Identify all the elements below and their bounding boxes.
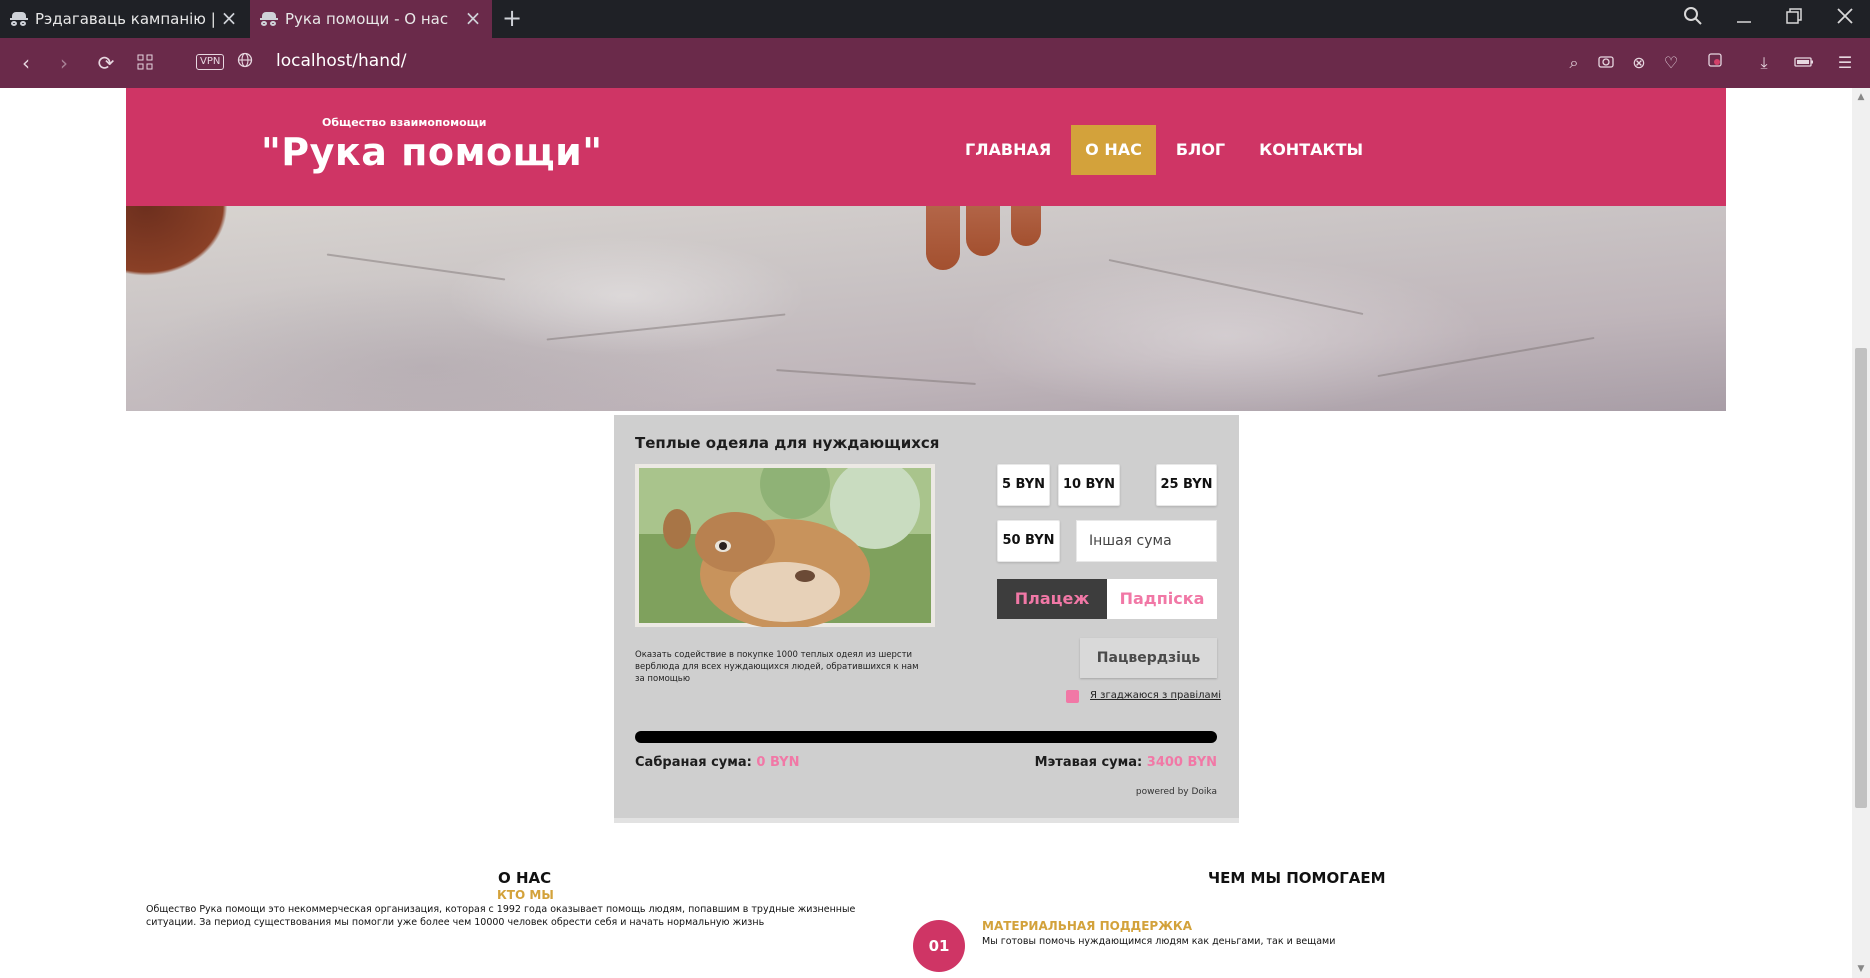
subscription-tab-button[interactable]: Падпіска <box>1107 579 1217 619</box>
close-icon[interactable]: × <box>220 8 238 28</box>
scroll-up-icon[interactable]: ▲ <box>1856 92 1866 102</box>
about-heading: О НАС <box>498 869 552 887</box>
hero-texture <box>1108 258 1364 316</box>
close-icon[interactable]: × <box>464 8 482 28</box>
campaign-title: Теплые одеяла для нуждающихся <box>635 434 940 452</box>
logo-title[interactable]: "Рука помощи" <box>261 130 603 174</box>
browser-tab-bar: Рэдагаваць кампанію | Doi × Рука помощи … <box>0 0 1870 38</box>
site-header: Общество взаимопомощи "Рука помощи" ГЛАВ… <box>126 88 1726 206</box>
help-heading: ЧЕМ МЫ ПОМОГАЕМ <box>1208 869 1386 887</box>
payment-tab-button[interactable]: Плацеж <box>997 579 1107 619</box>
tabs-grid-icon[interactable] <box>131 49 159 77</box>
agree-rules-link[interactable]: Я згаджаюся з правіламі <box>1090 690 1221 701</box>
new-tab-icon[interactable]: + <box>502 6 522 30</box>
menu-item-home[interactable]: ГЛАВНАЯ <box>951 125 1065 175</box>
help-item-text: Мы готовы помочь нуждающимся людям как д… <box>982 936 1336 947</box>
reload-icon[interactable]: ⟳ <box>92 49 120 77</box>
menu-item-contacts[interactable]: КОНТАКТЫ <box>1245 125 1377 175</box>
hero-texture <box>776 369 976 385</box>
hero-texture <box>1377 336 1595 378</box>
collected-value: 0 BYN <box>756 755 800 770</box>
settings-sliders-icon[interactable]: ☰ <box>1833 51 1857 75</box>
hero-image <box>126 206 1726 411</box>
amount-10-button[interactable]: 10 BYN <box>1058 464 1120 506</box>
battery-icon[interactable] <box>1792 51 1816 75</box>
download-icon[interactable]: ⤓ <box>1752 51 1776 75</box>
incognito-icon <box>260 12 278 26</box>
camera-icon[interactable] <box>1594 51 1618 75</box>
confirm-button[interactable]: Пацвердзіць <box>1080 638 1217 678</box>
wallet-icon[interactable] <box>1703 51 1727 75</box>
collected-label: Сабраная сума: <box>635 755 752 770</box>
hero-paw-shape <box>126 206 286 326</box>
goal-label: Мэтавая сума: <box>1034 755 1143 770</box>
hero-texture <box>546 313 786 341</box>
amount-50-button[interactable]: 50 BYN <box>997 520 1060 562</box>
main-menu: ГЛАВНАЯ О НАС БЛОГ КОНТАКТЫ <box>951 125 1383 175</box>
browser-tab-about[interactable]: Рука помощи - О нас × <box>250 0 492 38</box>
campaign-photo <box>635 464 935 627</box>
hero-texture <box>326 253 506 281</box>
menu-item-blog[interactable]: БЛОГ <box>1162 125 1239 175</box>
page-scrollbar[interactable]: ▲ ▼ <box>1852 88 1870 978</box>
back-icon[interactable]: ‹ <box>12 49 40 77</box>
tab-title: Рука помощи - О нас <box>285 10 449 28</box>
help-item-number: 01 <box>913 920 965 972</box>
close-window-icon[interactable] <box>1836 6 1854 31</box>
scroll-thumb[interactable] <box>1855 348 1867 808</box>
goal-amount: Мэтавая сума: 3400 BYN <box>1035 755 1217 770</box>
tab-title: Рэдагаваць кампанію | Doi <box>35 10 220 28</box>
goal-value: 3400 BYN <box>1146 755 1217 770</box>
zoom-icon[interactable]: ⌕ <box>1562 51 1586 75</box>
scroll-down-icon[interactable]: ▼ <box>1856 964 1866 974</box>
amount-25-button[interactable]: 25 BYN <box>1156 464 1217 506</box>
vpn-badge[interactable]: VPN <box>196 54 225 70</box>
other-amount-input[interactable]: Іншая сума <box>1076 520 1217 562</box>
search-icon[interactable] <box>1683 6 1703 31</box>
url-field[interactable]: localhost/hand/ <box>276 51 407 71</box>
agree-checkbox[interactable] <box>1066 690 1079 703</box>
browser-tab-campaign[interactable]: Рэдагаваць кампанію | Doi × <box>0 0 248 38</box>
heart-icon[interactable]: ♡ <box>1659 51 1683 75</box>
about-text: Общество Рука помощи это некоммерческая … <box>146 904 856 928</box>
block-icon[interactable]: ⊗ <box>1627 51 1651 75</box>
donation-widget: Теплые одеяла для нуждающихся Оказать со… <box>614 415 1239 823</box>
help-item-title: МАТЕРИАЛЬНАЯ ПОДДЕРЖКА <box>982 919 1192 933</box>
amount-5-button[interactable]: 5 BYN <box>997 464 1050 506</box>
forward-icon[interactable]: › <box>50 49 78 77</box>
logo-subtitle: Общество взаимопомощи <box>322 116 487 129</box>
incognito-icon <box>10 12 28 26</box>
campaign-description: Оказать содействие в покупке 1000 теплых… <box>635 650 919 684</box>
menu-item-about[interactable]: О НАС <box>1071 125 1156 175</box>
about-subheading: КТО МЫ <box>497 888 554 902</box>
hero-finger-shape <box>966 206 1000 256</box>
restore-icon[interactable] <box>1785 6 1803 31</box>
powered-by: powered by Doika <box>1135 787 1217 797</box>
hero-finger-shape <box>1011 206 1041 246</box>
page-viewport: Общество взаимопомощи "Рука помощи" ГЛАВ… <box>0 88 1852 978</box>
progress-bar <box>635 731 1217 743</box>
minimize-icon[interactable] <box>1735 6 1753 31</box>
hero-finger-shape <box>926 206 960 270</box>
address-bar: ‹ › ⟳ VPN localhost/hand/ ⌕ ⊗ ♡ ⤓ ☰ <box>0 38 1870 88</box>
globe-icon <box>231 49 259 77</box>
collected-amount: Сабраная сума: 0 BYN <box>635 755 799 770</box>
